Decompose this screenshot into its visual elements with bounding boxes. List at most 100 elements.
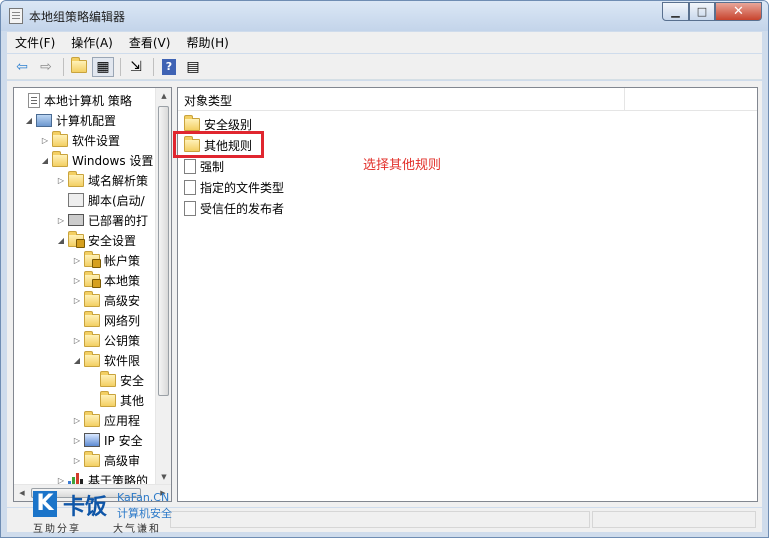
- properties-icon[interactable]: ▤: [182, 57, 204, 77]
- expanded-arrow-icon[interactable]: ◢: [40, 156, 50, 165]
- tree-item-label: 脚本(启动/: [88, 193, 145, 208]
- collapsed-arrow-icon[interactable]: ▷: [72, 416, 82, 425]
- list-item[interactable]: 指定的文件类型: [184, 177, 284, 197]
- policy-editor-icon: [9, 8, 23, 24]
- tree-item-label: 计算机配置: [56, 113, 117, 128]
- show-hide-tree-icon[interactable]: ▦: [92, 56, 114, 77]
- tree-item-label: 软件限: [104, 353, 141, 368]
- tree-item[interactable]: ▷ 帐户策: [72, 250, 140, 270]
- folder-icon: [84, 350, 100, 367]
- logo-slogan-left: 互助分享: [33, 524, 81, 535]
- up-folder-icon[interactable]: [68, 57, 90, 77]
- folder-icon: [52, 130, 68, 147]
- tree-item[interactable]: 安全: [88, 370, 144, 390]
- ip-security-icon: [84, 433, 100, 447]
- list-item[interactable]: 强制: [184, 156, 224, 176]
- maximize-button[interactable]: □: [689, 2, 715, 21]
- close-button[interactable]: ✕: [715, 2, 762, 21]
- tree-item[interactable]: ▷ 域名解析策: [56, 170, 148, 190]
- tree-pane: 本地计算机 策略 ◢ 计算机配置 ▷ 软件设置 ◢ Windows 设置 ▷ 域名解析策脚本(启…: [13, 87, 172, 502]
- tree-item-label: 已部署的打: [88, 213, 149, 228]
- tree-item-label: Windows 设置: [72, 153, 154, 168]
- tree-item-label: 软件设置: [72, 133, 121, 148]
- tree-item[interactable]: ▷ 高级安: [72, 290, 140, 310]
- menu-bar: 文件(F) 操作(A) 查看(V) 帮助(H): [7, 32, 762, 53]
- tree-item-label: 帐户策: [104, 253, 141, 268]
- tree-item-label: 网络列: [104, 313, 141, 328]
- logo-brand: 卡饭: [63, 495, 108, 520]
- scroll-up-icon[interactable]: ▲: [156, 88, 171, 104]
- scroll-down-icon[interactable]: ▼: [156, 469, 171, 485]
- expanded-arrow-icon[interactable]: ◢: [56, 236, 66, 245]
- list-item-label: 强制: [200, 159, 225, 174]
- tree-item[interactable]: ▷ 高级审: [72, 450, 140, 470]
- expanded-arrow-icon[interactable]: ◢: [24, 116, 34, 125]
- expanded-arrow-icon[interactable]: ◢: [72, 356, 82, 365]
- list-item-label: 安全级别: [204, 117, 253, 132]
- list-item-label: 受信任的发布者: [200, 201, 285, 216]
- tree-item[interactable]: 网络列: [72, 310, 140, 330]
- tree-item-label: IP 安全: [104, 433, 143, 448]
- export-list-icon[interactable]: ⇲: [125, 57, 147, 77]
- minimize-icon: ▁: [671, 5, 680, 18]
- collapsed-arrow-icon[interactable]: ▷: [72, 276, 82, 285]
- tree-item-label: 高级审: [104, 453, 141, 468]
- toolbar-separator: [120, 57, 121, 76]
- tree-item[interactable]: ◢ 计算机配置: [24, 110, 116, 130]
- toolbar: ⇦ ⇨ ▦ ⇲ ? ▤: [7, 54, 762, 80]
- folder-icon: [84, 410, 100, 427]
- column-header[interactable]: 对象类型: [178, 88, 757, 111]
- folder-icon: [84, 330, 100, 347]
- folder-icon: [100, 390, 116, 407]
- tree-item-label: 安全设置: [88, 233, 137, 248]
- list-item[interactable]: 受信任的发布者: [184, 198, 284, 218]
- help-icon[interactable]: ?: [158, 57, 180, 77]
- maximize-icon: □: [696, 5, 708, 18]
- tree-vertical-scrollbar[interactable]: ▲ ▼: [155, 88, 171, 485]
- tree-item[interactable]: 其他: [88, 390, 144, 410]
- column-separator[interactable]: [624, 88, 625, 110]
- tree-item[interactable]: 脚本(启动/: [56, 190, 145, 210]
- tree-item[interactable]: ▷ 应用程: [72, 410, 140, 430]
- tree-item[interactable]: ◢ Windows 设置: [40, 150, 153, 170]
- tree-item-label: 应用程: [104, 413, 141, 428]
- menu-action[interactable]: 操作(A): [63, 34, 121, 51]
- forward-arrow-icon[interactable]: ⇨: [35, 57, 57, 77]
- binary-file-icon: [184, 158, 196, 174]
- menu-help[interactable]: 帮助(H): [178, 34, 236, 51]
- tree-item[interactable]: 本地计算机 策略: [16, 90, 132, 110]
- tree-item[interactable]: ▷ 已部署的打: [56, 210, 148, 230]
- details-pane: 对象类型 安全级别 其他规则 强制 指定的文件类型 受信任的发布者: [177, 87, 758, 502]
- highlight-box: [173, 131, 264, 158]
- toolbar-separator: [63, 57, 64, 76]
- menu-view[interactable]: 查看(V): [121, 34, 179, 51]
- tree-item[interactable]: ▷ IP 安全: [72, 430, 143, 450]
- collapsed-arrow-icon[interactable]: ▷: [72, 436, 82, 445]
- app-window: 本地组策略编辑器 ▁ □ ✕ 文件(F) 操作(A) 查看(V) 帮助(H) ⇦…: [0, 0, 769, 538]
- folder-icon: [52, 150, 68, 167]
- scroll-left-icon[interactable]: ◀: [14, 485, 30, 501]
- computer-icon: [36, 113, 52, 127]
- back-arrow-icon[interactable]: ⇦: [11, 57, 33, 77]
- collapsed-arrow-icon[interactable]: ▷: [56, 216, 66, 225]
- collapsed-arrow-icon[interactable]: ▷: [40, 136, 50, 145]
- window-controls: ▁ □ ✕: [662, 2, 762, 21]
- collapsed-arrow-icon[interactable]: ▷: [56, 176, 66, 185]
- tree-item[interactable]: ◢ 软件限: [72, 350, 140, 370]
- tree-item[interactable]: ▷ 软件设置: [40, 130, 120, 150]
- collapsed-arrow-icon[interactable]: ▷: [72, 256, 82, 265]
- tree-item[interactable]: ▷ 公钥策: [72, 330, 140, 350]
- collapsed-arrow-icon[interactable]: ▷: [72, 456, 82, 465]
- collapsed-arrow-icon[interactable]: ▷: [72, 296, 82, 305]
- tree-item[interactable]: ▷ 本地策: [72, 270, 140, 290]
- title-bar: 本地组策略编辑器 ▁ □ ✕: [1, 1, 768, 31]
- toolbar-separator: [153, 57, 154, 76]
- minimize-button[interactable]: ▁: [662, 2, 689, 21]
- folder-icon: [184, 114, 200, 131]
- tree-item[interactable]: ◢ 安全设置: [56, 230, 136, 250]
- collapsed-arrow-icon[interactable]: ▷: [72, 336, 82, 345]
- menu-file[interactable]: 文件(F): [7, 34, 63, 51]
- kafan-watermark: K 卡饭 KaFan.CN 计算机安全 互助分享 大气谦和: [31, 489, 176, 537]
- scroll-thumb[interactable]: [158, 106, 169, 396]
- column-object-type[interactable]: 对象类型: [184, 92, 232, 109]
